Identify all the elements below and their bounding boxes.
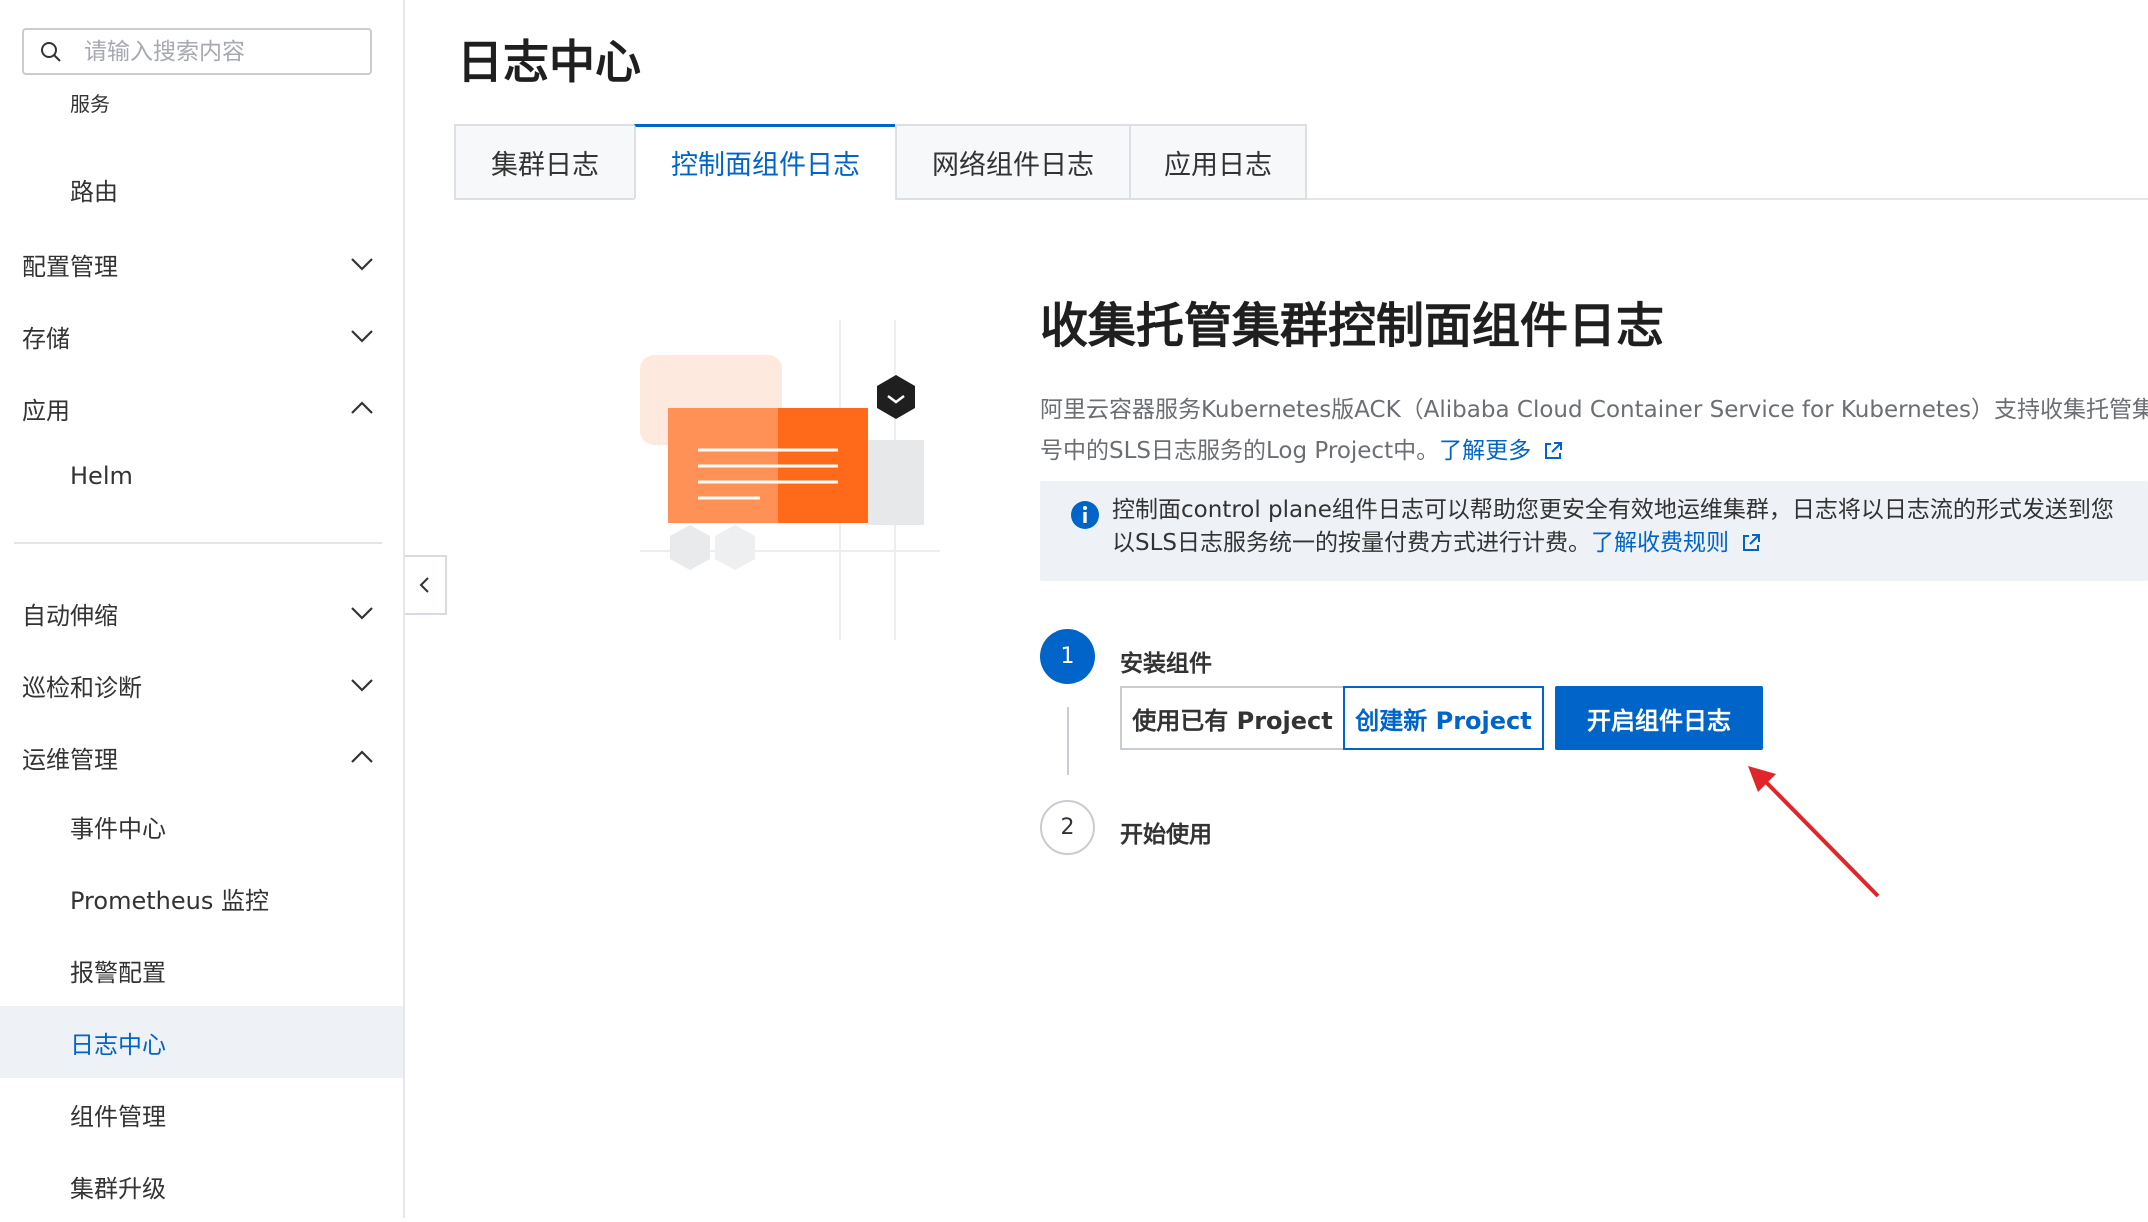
sidebar-item-autoscaling[interactable]: 自动伸缩 (0, 577, 403, 649)
sidebar: 服务 路由 配置管理 存储 应用 Helm 自动伸缩 巡检和诊断 运维管理 事件… (0, 0, 405, 1218)
chevron-up-icon (351, 401, 373, 414)
chevron-down-icon (351, 330, 373, 343)
log-illustration (640, 320, 940, 640)
chevron-down-icon (351, 607, 373, 620)
sidebar-item-label: Prometheus 监控 (70, 886, 269, 915)
tab-label: 集群日志 (491, 149, 599, 181)
sidebar-item-ops[interactable]: 运维管理 (0, 721, 403, 793)
sidebar-item-label: 集群升级 (70, 1174, 166, 1203)
sidebar-item-label: 报警配置 (70, 958, 166, 987)
sidebar-divider (14, 542, 382, 544)
sidebar-item-routes[interactable]: 路由 (0, 153, 403, 225)
tab-network-logs[interactable]: 网络组件日志 (895, 124, 1129, 200)
step-1-label: 安装组件 (1120, 651, 1212, 677)
tab-label: 应用日志 (1164, 149, 1272, 181)
description: 阿里云容器服务Kubernetes版ACK（Alibaba Cloud Cont… (1040, 390, 2148, 472)
create-new-project-option[interactable]: 创建新 Project (1343, 686, 1544, 750)
description-line: 阿里云容器服务Kubernetes版ACK（Alibaba Cloud Cont… (1040, 397, 2148, 423)
sidebar-item-service[interactable]: 服务 (0, 82, 403, 122)
sidebar-item-label: 存储 (22, 324, 70, 353)
sidebar-item-label: 应用 (22, 396, 70, 425)
sidebar-item-inspection[interactable]: 巡检和诊断 (0, 649, 403, 721)
sidebar-item-upgrade[interactable]: 集群升级 (0, 1150, 403, 1222)
description-line-2: 号中的SLS日志服务的Log Project中。了解更多 (1040, 431, 2148, 472)
billing-rules-link[interactable]: 了解收费规则 (1591, 530, 1762, 556)
sidebar-item-label: Helm (70, 462, 133, 490)
sidebar-item-alerts[interactable]: 报警配置 (0, 934, 403, 1006)
sidebar-item-storage[interactable]: 存储 (0, 300, 403, 372)
step-2-indicator: 2 (1040, 800, 1095, 855)
sidebar-item-config[interactable]: 配置管理 (0, 228, 403, 300)
chevron-down-icon (351, 679, 373, 692)
hero-title: 收集托管集群控制面组件日志 (1040, 298, 1665, 354)
tab-cluster-logs[interactable]: 集群日志 (454, 124, 634, 200)
search-input[interactable] (84, 38, 344, 65)
page-title: 日志中心 (457, 35, 641, 89)
sidebar-item-label: 组件管理 (70, 1102, 166, 1131)
search-icon (41, 41, 61, 62)
sidebar-collapse-button[interactable] (405, 555, 447, 615)
enable-component-logs-button[interactable]: 开启组件日志 (1555, 686, 1763, 750)
link-label: 了解收费规则 (1591, 530, 1730, 556)
sidebar-item-helm[interactable]: Helm (0, 440, 403, 512)
description-text: 号中的SLS日志服务的Log Project中。 (1040, 438, 1440, 464)
sidebar-item-prometheus[interactable]: Prometheus 监控 (0, 862, 403, 934)
use-existing-project-option[interactable]: 使用已有 Project (1120, 686, 1345, 750)
external-link-icon (1545, 442, 1563, 459)
step-1-indicator: 1 (1040, 629, 1095, 684)
info-line-2: 以SLS日志服务统一的按量付费方式进行计费。了解收费规则 (1112, 527, 2114, 560)
step-connector (1067, 707, 1069, 775)
sidebar-item-label: 日志中心 (70, 1030, 166, 1059)
sidebar-item-label: 事件中心 (70, 814, 166, 843)
step-2-label: 开始使用 (1120, 822, 1212, 848)
link-label: 了解更多 (1439, 438, 1532, 464)
info-icon (1071, 501, 1099, 529)
info-text: 控制面control plane组件日志可以帮助您更安全有效地运维集群，日志将以… (1112, 494, 2114, 560)
external-link-icon (1743, 534, 1761, 551)
sidebar-item-addons[interactable]: 组件管理 (0, 1078, 403, 1150)
sidebar-item-log-center[interactable]: 日志中心 (0, 1006, 403, 1078)
chevron-down-icon (351, 258, 373, 271)
sidebar-item-label: 自动伸缩 (22, 601, 118, 630)
annotation-arrow (1748, 766, 1880, 898)
chevron-left-icon (419, 577, 429, 593)
sidebar-item-label: 配置管理 (22, 252, 118, 281)
sidebar-item-label: 巡检和诊断 (22, 673, 142, 702)
sidebar-item-label: 路由 (70, 177, 118, 206)
sidebar-item-label: 服务 (70, 91, 110, 116)
tab-app-logs[interactable]: 应用日志 (1129, 124, 1307, 200)
sidebar-search[interactable] (22, 28, 372, 75)
tab-control-plane-logs[interactable]: 控制面组件日志 (634, 124, 895, 200)
info-line: 控制面control plane组件日志可以帮助您更安全有效地运维集群，日志将以… (1112, 497, 2114, 523)
learn-more-link[interactable]: 了解更多 (1439, 438, 1564, 464)
chevron-up-icon (351, 750, 373, 763)
sidebar-item-label: 运维管理 (22, 745, 118, 774)
info-alert: 控制面control plane组件日志可以帮助您更安全有效地运维集群，日志将以… (1040, 481, 2148, 581)
info-text-part: 以SLS日志服务统一的按量付费方式进行计费。 (1112, 530, 1592, 556)
tabs: 集群日志 控制面组件日志 网络组件日志 应用日志 (454, 124, 1307, 200)
sidebar-item-apps[interactable]: 应用 (0, 372, 403, 444)
sidebar-item-events[interactable]: 事件中心 (0, 790, 403, 862)
tab-label: 控制面组件日志 (671, 150, 860, 181)
tab-label: 网络组件日志 (932, 149, 1094, 181)
